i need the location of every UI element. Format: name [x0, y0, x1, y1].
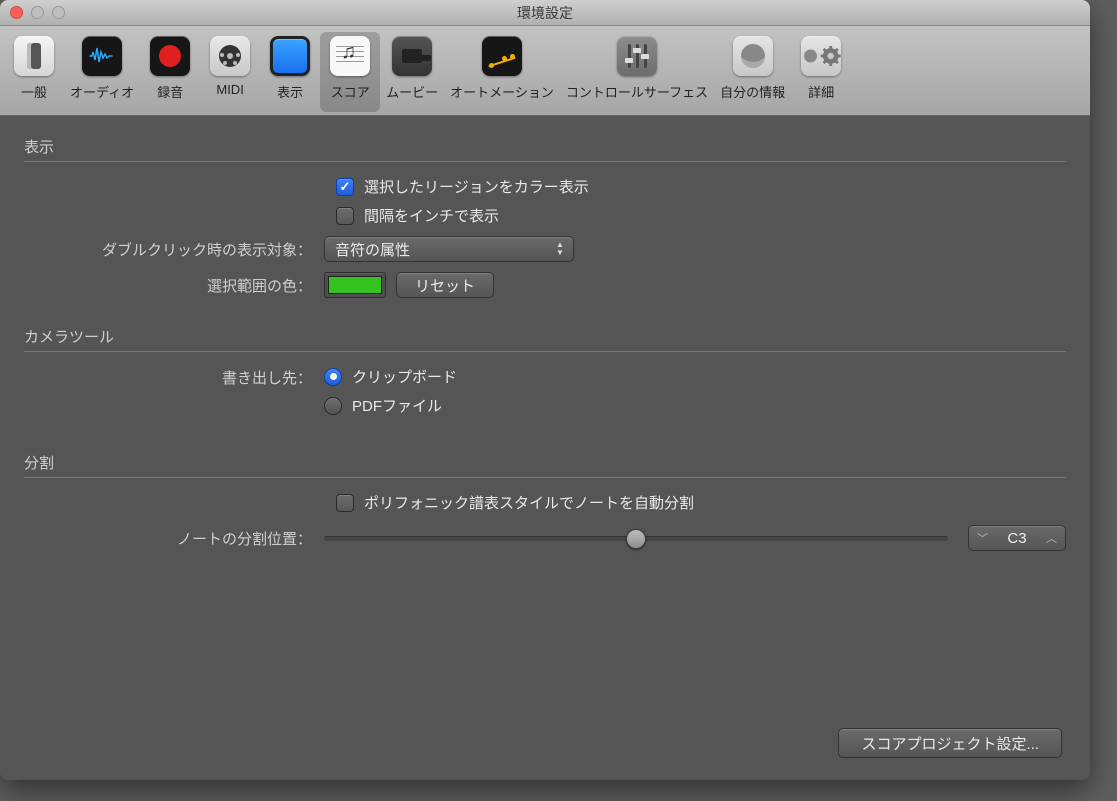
tab-my-info[interactable]: 自分の情報	[714, 32, 791, 112]
tab-general[interactable]: 一般	[4, 32, 64, 112]
waveform-icon	[82, 36, 122, 76]
tab-label: 録音	[157, 82, 183, 101]
section-title: カメラツール	[24, 326, 1066, 351]
tab-record[interactable]: 録音	[140, 32, 200, 112]
window-title: 環境設定	[0, 3, 1090, 23]
radio-label: クリップボード	[352, 366, 457, 387]
divider	[24, 161, 1066, 162]
person-icon	[733, 36, 773, 76]
tab-label: 一般	[21, 82, 47, 101]
radio-pdf[interactable]	[324, 397, 342, 415]
tab-label: オーディオ	[70, 82, 134, 101]
chevron-down-icon: ﹀	[977, 530, 988, 546]
slider-thumb[interactable]	[626, 529, 646, 549]
divider	[24, 351, 1066, 352]
label-export-dest: 書き出し先：	[24, 366, 324, 388]
section-title: 分割	[24, 452, 1066, 477]
section-camera-tool: カメラツール 書き出し先： クリップボード PDFファイル	[24, 326, 1066, 424]
switch-icon	[14, 36, 54, 76]
tab-score[interactable]: スコア	[320, 32, 380, 112]
divider	[24, 477, 1066, 478]
section-split: 分割 ポリフォニック譜表スタイルでノートを自動分割 ノートの分割位置： ﹀ C3…	[24, 452, 1066, 551]
record-icon	[150, 36, 190, 76]
tab-label: オートメーション	[450, 82, 554, 101]
select-value: 音符の属性	[335, 239, 410, 260]
faders-icon	[617, 36, 657, 76]
score-project-settings-button[interactable]: スコアプロジェクト設定...	[838, 728, 1062, 758]
radio-clipboard[interactable]	[324, 368, 342, 386]
section-display: 表示 選択したリージョンをカラー表示 間隔をインチで表示 ダブルクリック時の表示…	[24, 136, 1066, 298]
score-icon	[330, 36, 370, 76]
tab-label: 表示	[277, 82, 303, 101]
content-area: 表示 選択したリージョンをカラー表示 間隔をインチで表示 ダブルクリック時の表示…	[0, 116, 1090, 595]
checkbox-color-regions[interactable]	[336, 178, 354, 196]
slider-split-point[interactable]	[324, 536, 948, 541]
gear-icon	[801, 36, 841, 76]
monitor-icon	[270, 36, 310, 76]
midi-icon	[210, 36, 250, 76]
radio-label: PDFファイル	[352, 395, 442, 416]
updown-icon: ▲▼	[553, 240, 567, 258]
tab-label: 自分の情報	[720, 82, 785, 101]
tab-display[interactable]: 表示	[260, 32, 320, 112]
footer: スコアプロジェクト設定...	[838, 728, 1062, 758]
tab-label: MIDI	[216, 82, 243, 97]
color-swatch	[328, 276, 382, 294]
color-well-selection[interactable]	[324, 272, 386, 298]
checkbox-label: 間隔をインチで表示	[364, 205, 499, 226]
stepper-split-point[interactable]: ﹀ C3 ︿	[968, 525, 1066, 551]
tab-automation[interactable]: オートメーション	[444, 32, 560, 112]
checkbox-label: ポリフォニック譜表スタイルでノートを自動分割	[364, 492, 694, 513]
automation-icon	[482, 36, 522, 76]
checkbox-auto-split[interactable]	[336, 494, 354, 512]
tab-movie[interactable]: ムービー	[380, 32, 444, 112]
tab-label: スコア	[331, 82, 370, 101]
tab-label: 詳細	[808, 82, 834, 101]
tab-label: コントロールサーフェス	[566, 82, 708, 101]
select-doubleclick-target[interactable]: 音符の属性 ▲▼	[324, 236, 574, 262]
reset-button[interactable]: リセット	[396, 272, 494, 298]
toolbar: 一般 オーディオ 録音 MIDI 表示 スコア ムービー	[0, 26, 1090, 116]
camera-icon	[392, 36, 432, 76]
label-split-point: ノートの分割位置：	[24, 528, 324, 549]
tab-audio[interactable]: オーディオ	[64, 32, 140, 112]
stepper-value: C3	[1002, 530, 1032, 547]
label-selection-color: 選択範囲の色：	[24, 275, 324, 296]
section-title: 表示	[24, 136, 1066, 161]
checkbox-label: 選択したリージョンをカラー表示	[364, 176, 589, 197]
chevron-up-icon: ︿	[1046, 530, 1057, 546]
tab-label: ムービー	[386, 82, 438, 101]
titlebar: 環境設定	[0, 0, 1090, 26]
tab-midi[interactable]: MIDI	[200, 32, 260, 112]
tab-control-surfaces[interactable]: コントロールサーフェス	[560, 32, 714, 112]
checkbox-inches[interactable]	[336, 207, 354, 225]
tab-advanced[interactable]: 詳細	[791, 32, 851, 112]
label-doubleclick: ダブルクリック時の表示対象：	[24, 239, 324, 260]
preferences-window: 環境設定 一般 オーディオ 録音 MIDI 表示 スコア	[0, 0, 1090, 780]
